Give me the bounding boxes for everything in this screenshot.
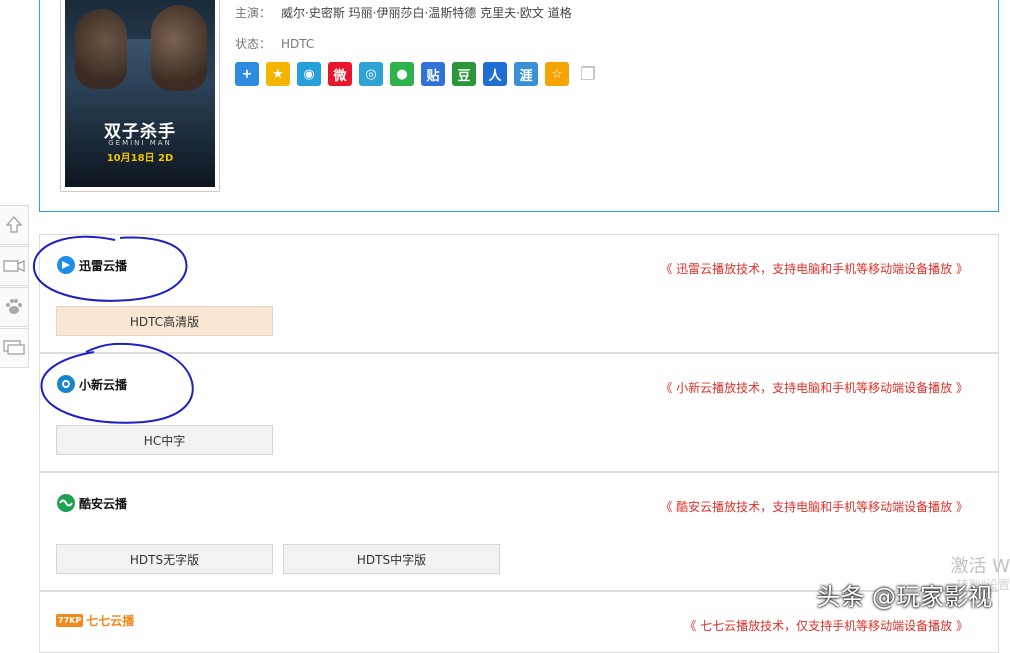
actors-label: 主演： — [235, 6, 272, 20]
tieba-icon[interactable]: 贴 — [421, 62, 445, 86]
episode-button[interactable]: HDTC高清版 — [56, 306, 273, 336]
source-desc: 《 七七云播放技术，仅支持手机等移动端设备播放 》 — [684, 619, 968, 633]
weibo-icon[interactable]: 微 — [328, 62, 352, 86]
video-icon — [3, 260, 25, 272]
source-desc: 《 酷安云播放技术，支持电脑和手机等移动端设备播放 》 — [660, 500, 968, 514]
watermark: 头条 @玩家影视 — [816, 583, 992, 611]
source-desc: 《 小新云播放技术，支持电脑和手机等移动端设备播放 》 — [660, 381, 968, 395]
status-label: 状态： — [235, 37, 272, 51]
status-row: 状态： HDTC — [235, 35, 314, 52]
side-toolbar — [0, 205, 29, 369]
poster-subtitle: GEMINI MAN — [108, 139, 172, 147]
source-desc: 《 迅雷云播放技术，支持电脑和手机等移动端设备播放 》 — [660, 262, 968, 276]
source-name: 酷安云播 — [79, 496, 128, 511]
comment-icon — [3, 340, 25, 355]
actors-value: 威尔·史密斯 玛丽·伊丽莎白·温斯特德 克里夫·欧文 道格 — [281, 6, 572, 20]
qiqi-logo-icon: 77KP — [56, 614, 84, 627]
hand-drawn-circle — [32, 235, 188, 302]
episode-button[interactable]: HDTS无字版 — [56, 544, 273, 574]
renren-icon[interactable]: 人 — [483, 62, 507, 86]
share-bar: + ★ ◉ 微 ◎ ● 贴豆人涯 ☆ ❐ — [235, 62, 600, 86]
favorite-star-icon[interactable]: ☆ — [545, 62, 569, 86]
kaixin-icon[interactable]: 涯 — [514, 62, 538, 86]
tencent-weibo-icon[interactable]: ◎ — [359, 62, 383, 86]
paw-icon — [6, 299, 22, 314]
actors-row: 主演： 威尔·史密斯 玛丽·伊丽莎白·温斯特德 克里夫·欧文 道格 — [235, 4, 572, 21]
douban-icon[interactable]: 豆 — [452, 62, 476, 86]
plus-share-icon[interactable]: + — [235, 62, 259, 86]
episode-button[interactable]: HDTS中字版 — [283, 544, 500, 574]
source-name: 七七云播 — [86, 614, 135, 628]
hand-drawn-circle — [40, 342, 194, 424]
movie-info-box: 双子杀手 GEMINI MAN 10月18日 2D 主演： 威尔·史密斯 玛丽·伊… — [39, 0, 999, 212]
qzone-icon[interactable]: ★ — [266, 62, 290, 86]
back-to-top-icon — [5, 216, 23, 233]
status-value: HDTC — [281, 37, 315, 51]
back-to-top-button[interactable] — [0, 205, 29, 245]
comment-button[interactable] — [0, 328, 29, 368]
poster-date: 10月18日 2D — [106, 153, 174, 164]
kuan-logo-icon — [57, 494, 75, 512]
qq-icon[interactable]: ◉ — [297, 62, 321, 86]
source-logo-qiqi: 77KP 七七云播 — [56, 612, 134, 629]
wechat-icon[interactable]: ● — [390, 62, 414, 86]
video-button[interactable] — [0, 246, 29, 286]
movie-poster[interactable]: 双子杀手 GEMINI MAN 10月18日 2D — [60, 0, 220, 192]
copy-icon[interactable]: ❐ — [576, 62, 600, 86]
source-block-kuan: 酷安云播 《 酷安云播放技术，支持电脑和手机等移动端设备播放 》 HDTS无字版… — [39, 472, 999, 591]
windows-activate-text: 激活 W — [950, 556, 1010, 577]
source-logo-kuan: 酷安云播 — [56, 493, 127, 513]
paw-button[interactable] — [0, 287, 29, 327]
